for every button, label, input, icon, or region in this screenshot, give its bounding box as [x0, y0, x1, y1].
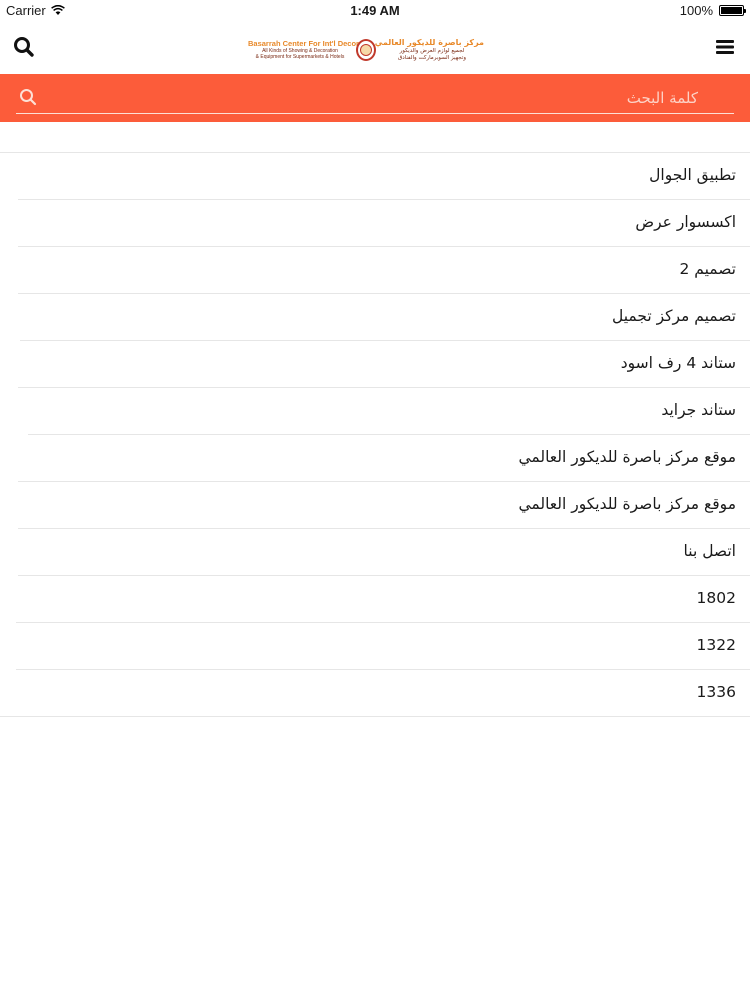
- status-bar: Carrier 1:49 AM 100%: [0, 0, 750, 20]
- logo-seal-icon: [356, 39, 376, 61]
- list-item[interactable]: 1336: [0, 670, 750, 717]
- battery-fill: [721, 7, 742, 14]
- logo-en-line1: Basarrah Center For Int'l Decor: [248, 39, 359, 49]
- app-header: Basarrah Center For Int'l Decor All Kind…: [0, 20, 750, 74]
- list-item[interactable]: اتصل بنا: [0, 529, 750, 576]
- list-item-label: 1322: [696, 636, 736, 654]
- list-item-label: تطبيق الجوال: [649, 166, 736, 184]
- row-divider: [0, 716, 750, 717]
- list-item[interactable]: موقع مركز باصرة للديكور العالمي: [0, 435, 750, 482]
- list-item-label: موقع مركز باصرة للديكور العالمي: [518, 495, 736, 513]
- search-input[interactable]: [46, 86, 734, 110]
- status-time: 1:49 AM: [350, 3, 400, 18]
- list-item-label: ستاند 4 رف اسود: [620, 354, 736, 372]
- list-item[interactable]: ستاند 4 رف اسود: [0, 341, 750, 388]
- battery-icon: [719, 5, 746, 16]
- header-search-button[interactable]: [10, 33, 38, 61]
- list-top-spacer: [0, 122, 750, 152]
- logo-en-line2: All Kinds of Showing & Decoration: [262, 47, 338, 54]
- list-item-label: تصميم مركز تجميل: [611, 307, 736, 325]
- results-list: تطبيق الجوال اكسسوار عرض تصميم 2 تصميم مركز…: [0, 152, 750, 717]
- list-item[interactable]: 1802: [0, 576, 750, 623]
- logo-arabic-text: مركز باصرة للديكور العالمي لجميع لوازم ا…: [374, 38, 484, 61]
- search-field: [16, 82, 734, 114]
- list-item-label: اتصل بنا: [683, 542, 736, 560]
- list-item-label: 1802: [696, 589, 736, 607]
- search-icon[interactable]: [18, 87, 38, 107]
- list-item-label: اكسسوار عرض: [635, 213, 736, 231]
- logo-ar-line1: مركز باصرة للديكور العالمي: [374, 38, 484, 47]
- list-item[interactable]: اكسسوار عرض: [0, 200, 750, 247]
- list-item-label: موقع مركز باصرة للديكور العالمي: [518, 448, 736, 466]
- list-item[interactable]: ستاند جرايد: [0, 388, 750, 435]
- search-icon: [14, 37, 34, 57]
- list-item[interactable]: تصميم مركز تجميل: [0, 294, 750, 341]
- battery-percent: 100%: [679, 3, 713, 18]
- hamburger-menu-icon: [716, 40, 734, 54]
- list-item-label: ستاند جرايد: [661, 401, 736, 419]
- brand-logo: Basarrah Center For Int'l Decor All Kind…: [248, 37, 484, 63]
- list-item[interactable]: تصميم 2: [0, 247, 750, 294]
- list-item[interactable]: تطبيق الجوال: [0, 153, 750, 200]
- list-item[interactable]: 1322: [0, 623, 750, 670]
- search-bar: [0, 74, 750, 122]
- list-item-label: تصميم 2: [679, 260, 736, 278]
- list-item-label: 1336: [696, 683, 736, 701]
- menu-button[interactable]: [712, 34, 738, 60]
- logo-english-text: Basarrah Center For Int'l Decor All Kind…: [248, 39, 359, 60]
- logo-ar-line2: لجميع لوازم العرض والديكور: [399, 48, 465, 54]
- status-right: 100%: [679, 3, 746, 18]
- logo-en-line3: & Equipment for Supermarkets & Hotels: [255, 53, 345, 60]
- list-item[interactable]: موقع مركز باصرة للديكور العالمي: [0, 482, 750, 529]
- logo-ar-line3: وتجهيز السوبرماركت والفنادق: [398, 54, 466, 61]
